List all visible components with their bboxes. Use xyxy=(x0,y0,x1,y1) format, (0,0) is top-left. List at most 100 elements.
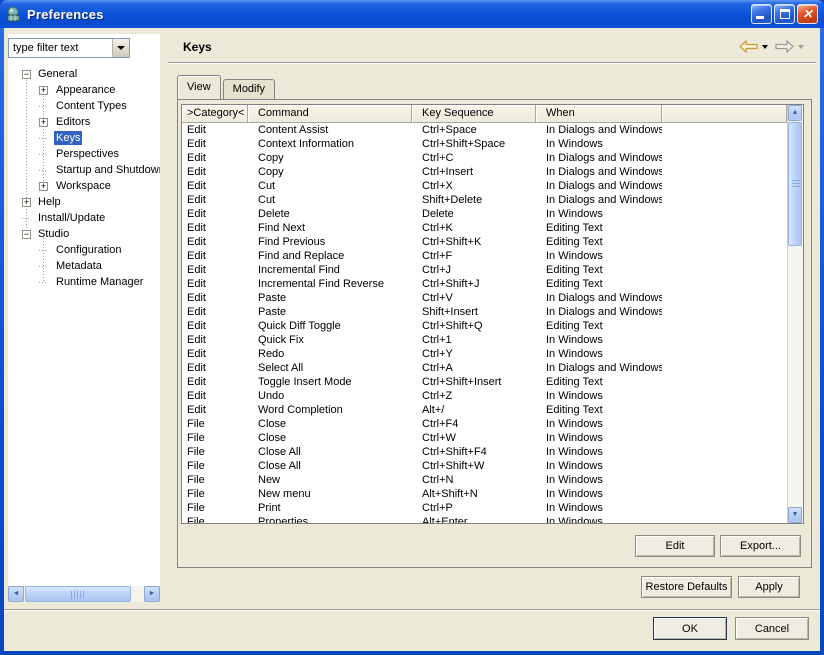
table-row[interactable]: FileNew menuAlt+Shift+NIn Windows xyxy=(182,487,787,501)
filter-dropdown-button[interactable] xyxy=(112,39,129,57)
sidebar-item-runtime-manager[interactable]: Runtime Manager xyxy=(8,274,160,290)
back-arrow-icon[interactable] xyxy=(739,40,758,53)
collapse-icon[interactable]: − xyxy=(22,230,31,239)
sidebar-item-keys[interactable]: Keys xyxy=(8,130,160,146)
table-cell xyxy=(662,347,787,361)
table-row[interactable]: FileCloseCtrl+F4In Windows xyxy=(182,417,787,431)
forward-history-dropdown-icon[interactable] xyxy=(798,45,804,49)
table-row[interactable]: FilePrintCtrl+PIn Windows xyxy=(182,501,787,515)
table-row[interactable]: FileNewCtrl+NIn Windows xyxy=(182,473,787,487)
table-row[interactable]: EditWord CompletionAlt+/Editing Text xyxy=(182,403,787,417)
minimize-button[interactable] xyxy=(751,4,772,24)
table-cell: Ctrl+1 xyxy=(412,333,536,347)
sidebar-item-label: Appearance xyxy=(54,83,117,97)
table-row[interactable]: EditContent AssistCtrl+SpaceIn Dialogs a… xyxy=(182,123,787,137)
collapse-icon[interactable]: − xyxy=(22,70,31,79)
table-cell xyxy=(662,137,787,151)
tree-connector xyxy=(39,138,48,139)
sidebar-item-metadata[interactable]: Metadata xyxy=(8,258,160,274)
column-header-command[interactable]: Command xyxy=(248,105,412,123)
sidebar-item-help[interactable]: +Help xyxy=(8,194,160,210)
sidebar-item-content-types[interactable]: Content Types xyxy=(8,98,160,114)
sidebar-item-perspectives[interactable]: Perspectives xyxy=(8,146,160,162)
column-header-blank[interactable] xyxy=(662,105,787,123)
table-row[interactable]: EditFind and ReplaceCtrl+FIn Windows xyxy=(182,249,787,263)
table-cell: Alt+Shift+N xyxy=(412,487,536,501)
table-cell: Print xyxy=(248,501,412,515)
expand-icon[interactable]: + xyxy=(22,198,31,207)
table-row[interactable]: EditUndoCtrl+ZIn Windows xyxy=(182,389,787,403)
table-row[interactable]: EditCutShift+DeleteIn Dialogs and Window… xyxy=(182,193,787,207)
cancel-button[interactable]: Cancel xyxy=(735,617,809,640)
expand-icon[interactable]: + xyxy=(39,182,48,191)
sidebar-item-general[interactable]: −General xyxy=(8,66,160,82)
table-row[interactable]: EditPasteShift+InsertIn Dialogs and Wind… xyxy=(182,305,787,319)
sidebar-item-editors[interactable]: +Editors xyxy=(8,114,160,130)
table-row[interactable]: FilePropertiesAlt+EnterIn Windows xyxy=(182,515,787,523)
table-row[interactable]: EditDeleteDeleteIn Windows xyxy=(182,207,787,221)
ok-button[interactable]: OK xyxy=(653,617,727,640)
table-row[interactable]: EditSelect AllCtrl+AIn Dialogs and Windo… xyxy=(182,361,787,375)
table-row[interactable]: FileClose AllCtrl+Shift+F4In Windows xyxy=(182,445,787,459)
sidebar-item-install-update[interactable]: Install/Update xyxy=(8,210,160,226)
titlebar[interactable]: Preferences ✕ xyxy=(0,0,824,28)
expand-icon[interactable]: + xyxy=(39,86,48,95)
scroll-down-button[interactable]: ▼ xyxy=(788,507,802,523)
table-row[interactable]: EditQuick FixCtrl+1In Windows xyxy=(182,333,787,347)
table-row[interactable]: EditFind NextCtrl+KEditing Text xyxy=(182,221,787,235)
horizontal-scrollbar-thumb[interactable] xyxy=(25,586,131,602)
scroll-right-button[interactable]: ► xyxy=(144,586,160,602)
tree-horizontal-scrollbar[interactable]: ◄ ► xyxy=(8,586,160,602)
table-row[interactable]: EditFind PreviousCtrl+Shift+KEditing Tex… xyxy=(182,235,787,249)
table-row[interactable]: FileCloseCtrl+WIn Windows xyxy=(182,431,787,445)
sidebar-item-startup-and-shutdown[interactable]: Startup and Shutdown xyxy=(8,162,160,178)
table-vertical-scrollbar[interactable]: ▲ ▼ xyxy=(787,105,803,523)
restore-defaults-button[interactable]: Restore Defaults xyxy=(641,576,732,598)
sidebar-item-appearance[interactable]: + Appearance xyxy=(8,82,160,98)
table-row[interactable]: EditCutCtrl+XIn Dialogs and Windows xyxy=(182,179,787,193)
table-row[interactable]: EditIncremental FindCtrl+JEditing Text xyxy=(182,263,787,277)
table-row[interactable]: EditRedoCtrl+YIn Windows xyxy=(182,347,787,361)
table-cell: In Windows xyxy=(536,501,662,515)
table-row[interactable]: EditToggle Insert ModeCtrl+Shift+InsertE… xyxy=(182,375,787,389)
table-row[interactable]: EditCopyCtrl+CIn Dialogs and Windows xyxy=(182,151,787,165)
table-cell xyxy=(662,221,787,235)
maximize-button[interactable] xyxy=(774,4,795,24)
table-row[interactable]: EditCopyCtrl+InsertIn Dialogs and Window… xyxy=(182,165,787,179)
forward-arrow-icon[interactable] xyxy=(775,40,794,53)
sidebar-item-configuration[interactable]: Configuration xyxy=(8,242,160,258)
column-header-when[interactable]: When xyxy=(536,105,662,123)
vertical-scrollbar-thumb[interactable] xyxy=(788,122,802,246)
table-row[interactable]: EditQuick Diff ToggleCtrl+Shift+QEditing… xyxy=(182,319,787,333)
table-main: >Category<CommandKey SequenceWhen EditCo… xyxy=(182,105,787,523)
scroll-up-button[interactable]: ▲ xyxy=(788,105,802,121)
tab-modify[interactable]: Modify xyxy=(223,79,275,99)
table-row[interactable]: FileClose AllCtrl+Shift+WIn Windows xyxy=(182,459,787,473)
table-cell: Cut xyxy=(248,179,412,193)
table-row[interactable]: EditContext InformationCtrl+Shift+SpaceI… xyxy=(182,137,787,151)
export-button[interactable]: Export... xyxy=(720,535,801,557)
sidebar-item-label: Studio xyxy=(36,227,71,241)
table-cell: Editing Text xyxy=(536,319,662,333)
filter-combo[interactable]: type filter text xyxy=(8,38,130,58)
apply-button[interactable]: Apply xyxy=(738,576,800,598)
column-header-key-sequence[interactable]: Key Sequence xyxy=(412,105,536,123)
table-cell: Ctrl+P xyxy=(412,501,536,515)
tab-view[interactable]: View xyxy=(177,75,221,99)
column-header-category[interactable]: >Category< xyxy=(182,105,248,123)
table-row[interactable]: EditIncremental Find ReverseCtrl+Shift+J… xyxy=(182,277,787,291)
table-cell: Copy xyxy=(248,165,412,179)
expand-icon[interactable]: + xyxy=(39,118,48,127)
table-cell: Content Assist xyxy=(248,123,412,137)
table-row[interactable]: EditPasteCtrl+VIn Dialogs and Windows xyxy=(182,291,787,305)
close-button[interactable]: ✕ xyxy=(797,4,818,24)
filter-input[interactable]: type filter text xyxy=(9,42,112,54)
sidebar-item-studio[interactable]: −Studio xyxy=(8,226,160,242)
table-cell: Shift+Delete xyxy=(412,193,536,207)
table-cell: File xyxy=(182,501,248,515)
scroll-left-button[interactable]: ◄ xyxy=(8,586,24,602)
edit-button[interactable]: Edit xyxy=(635,535,715,557)
back-history-dropdown-icon[interactable] xyxy=(762,45,768,49)
sidebar-item-workspace[interactable]: +Workspace xyxy=(8,178,160,194)
sidebar-item-label: Perspectives xyxy=(54,147,121,161)
